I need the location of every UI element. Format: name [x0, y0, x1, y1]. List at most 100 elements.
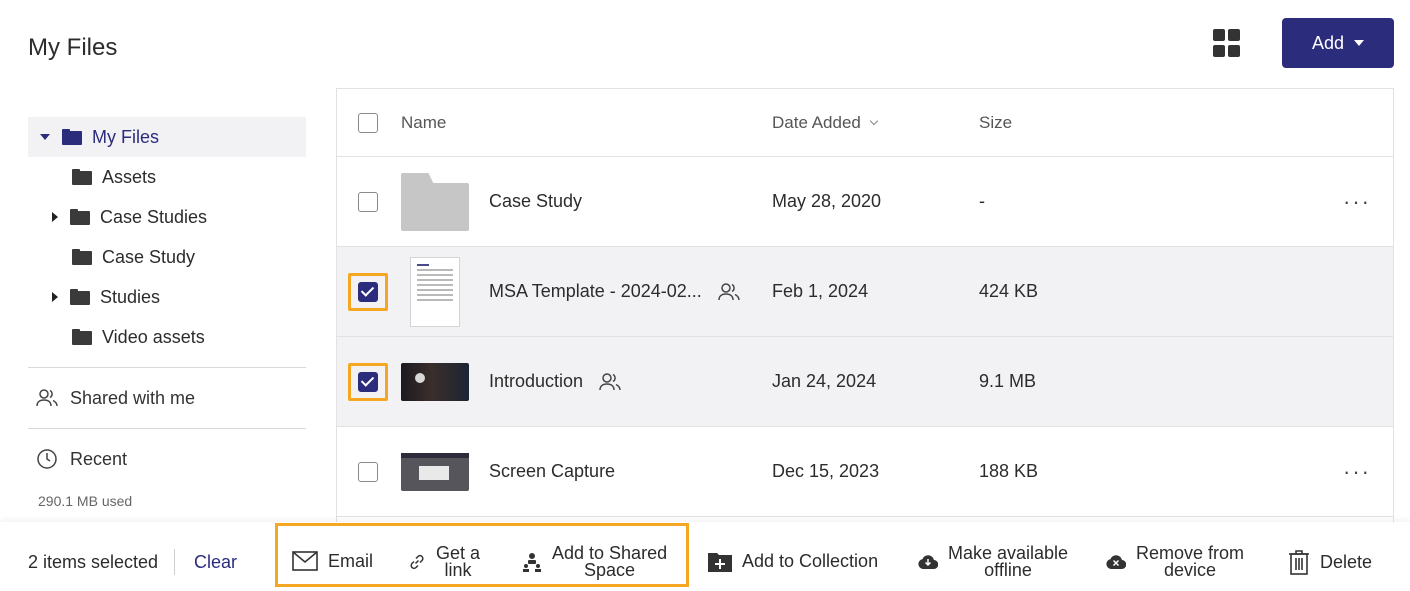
file-size: 9.1 MB [979, 371, 1037, 391]
add-button-label: Add [1311, 32, 1345, 53]
link-icon [410, 554, 424, 570]
table-header: Name Date Added Size [337, 89, 1393, 157]
divider [28, 428, 306, 429]
remove-line-2: device [1164, 560, 1217, 580]
clear-selection-button[interactable]: Clear [194, 552, 237, 573]
add-to-collection-button[interactable]: Add to Collection [708, 550, 878, 572]
selection-action-bar: 2 items selected Clear Email Get a link A… [0, 522, 1410, 591]
document-thumbnail [410, 256, 460, 327]
file-date: May 28, 2020 [772, 191, 882, 211]
get-link-label: Get a link [436, 544, 480, 580]
cloud-download-icon [918, 555, 938, 570]
tree-item-video-assets[interactable]: Video assets [28, 317, 306, 357]
recent-link[interactable]: Recent [28, 439, 306, 479]
offline-label: Make available offline [948, 544, 1068, 580]
file-size: 188 KB [979, 461, 1039, 481]
page-title: My Files [28, 34, 118, 61]
shared-icon [718, 282, 740, 300]
column-label: Date Added [772, 112, 861, 132]
tree-item-label: Assets [102, 166, 157, 187]
grid-view-icon[interactable] [1213, 29, 1241, 57]
shared-with-me-link[interactable]: Shared with me [28, 378, 306, 418]
recent-label: Recent [70, 448, 128, 469]
file-name[interactable]: Screen Capture [489, 461, 615, 482]
get-link-line-2: link [444, 560, 472, 580]
people-icon [36, 389, 58, 407]
get-link-button[interactable]: Get a link [408, 544, 480, 580]
make-available-offline-button[interactable]: Make available offline [918, 544, 1068, 580]
row-checkbox[interactable] [358, 371, 378, 392]
add-button[interactable]: Add [1282, 18, 1394, 68]
more-options-icon[interactable]: ··· [1343, 189, 1371, 215]
table-row[interactable]: Case Study May 28, 2020 - ··· [337, 157, 1393, 247]
email-label: Email [328, 550, 374, 571]
chevron-down-icon[interactable] [40, 134, 50, 140]
tree-item-label: Video assets [102, 326, 205, 347]
file-date: Jan 24, 2024 [772, 371, 877, 391]
tree-item-my-files[interactable]: My Files [28, 117, 306, 157]
folder-icon [70, 289, 90, 305]
remove-label: Remove from device [1136, 544, 1244, 580]
delete-button[interactable]: Delete [1288, 549, 1372, 575]
table-row[interactable]: Introduction Jan 24, 2024 9.1 MB [337, 337, 1393, 427]
file-size: - [979, 191, 985, 211]
add-to-collection-label: Add to Collection [742, 550, 879, 571]
file-name[interactable]: Case Study [489, 191, 582, 212]
file-size: 424 KB [979, 281, 1039, 301]
file-name[interactable]: MSA Template - 2024-02... [489, 281, 702, 302]
row-checkbox[interactable] [358, 461, 378, 482]
trash-icon [1289, 550, 1309, 575]
chevron-right-icon[interactable] [52, 292, 58, 302]
sort-desc-icon [869, 116, 879, 125]
column-name[interactable]: Name [401, 113, 446, 133]
file-date: Dec 15, 2023 [772, 461, 880, 481]
divider [174, 549, 175, 575]
select-all-checkbox[interactable] [358, 112, 378, 133]
file-table: Name Date Added Size Case Study May 28, … [336, 88, 1394, 528]
column-date-added[interactable]: Date Added [772, 112, 879, 133]
storage-usage: 290.1 MB used [38, 493, 133, 509]
tree-item-case-studies[interactable]: Case Studies [28, 197, 306, 237]
table-row[interactable]: Screen Capture Dec 15, 2023 188 KB ··· [337, 427, 1393, 517]
row-checkbox[interactable] [358, 191, 378, 212]
more-options-icon[interactable]: ··· [1343, 459, 1371, 485]
file-date: Feb 1, 2024 [772, 281, 869, 301]
video-thumbnail [401, 452, 469, 491]
selected-count: 2 items selected [28, 552, 159, 572]
folder-thumbnail [401, 173, 469, 231]
folder-icon [72, 249, 92, 265]
shared-space-line-2: Space [584, 560, 636, 580]
chevron-right-icon[interactable] [52, 212, 58, 222]
folder-icon [72, 329, 92, 345]
shared-with-me-label: Shared with me [70, 387, 196, 408]
email-button[interactable]: Email [292, 551, 373, 571]
row-checkbox[interactable] [358, 281, 378, 302]
tree-item-label: Case Study [102, 246, 196, 267]
tree-item-label: Case Studies [100, 206, 208, 227]
folder-icon [62, 129, 82, 145]
folder-plus-icon [708, 553, 732, 572]
shared-icon [599, 372, 621, 390]
sidebar: My Files Assets Case Studies Case Study … [28, 117, 306, 509]
remove-from-device-button[interactable]: Remove from device [1106, 544, 1244, 580]
offline-line-2: offline [984, 560, 1032, 580]
folder-icon [70, 209, 90, 225]
tree-item-label: Studies [100, 286, 161, 307]
shared-space-label: Add to Shared Space [552, 544, 667, 580]
shared-space-icon [523, 553, 541, 572]
tree-item-assets[interactable]: Assets [28, 157, 306, 197]
divider [28, 367, 306, 368]
clock-icon [37, 449, 57, 469]
add-to-shared-space-button[interactable]: Add to Shared Space [522, 544, 667, 580]
folder-icon [72, 169, 92, 185]
delete-label: Delete [1320, 551, 1373, 572]
mail-icon [292, 551, 318, 571]
tree-item-case-study[interactable]: Case Study [28, 237, 306, 277]
tree-item-studies[interactable]: Studies [28, 277, 306, 317]
column-size[interactable]: Size [979, 113, 1012, 133]
video-thumbnail [401, 362, 469, 401]
chevron-down-icon [1354, 40, 1365, 46]
table-row[interactable]: MSA Template - 2024-02... Feb 1, 2024 42… [337, 247, 1393, 337]
file-name[interactable]: Introduction [489, 371, 583, 392]
cloud-remove-icon [1106, 555, 1126, 570]
